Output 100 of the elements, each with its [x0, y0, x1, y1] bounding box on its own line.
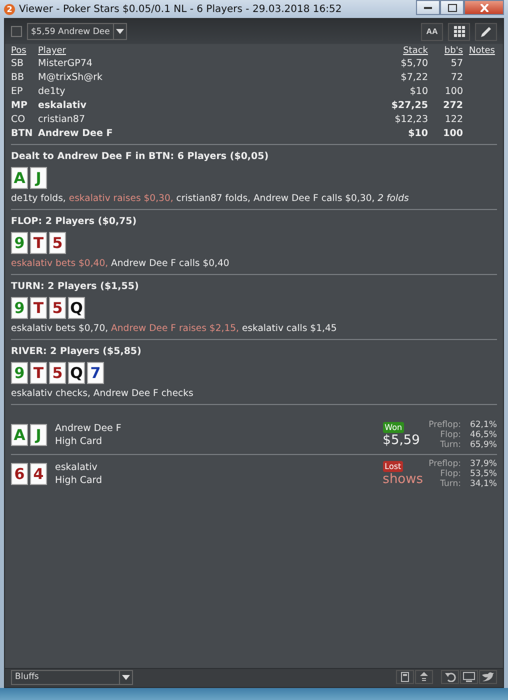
equity-value: 53,5% — [468, 469, 497, 479]
action-text: de1ty folds, eskalativ raises $0,30, cristian87 folds, Andrew Dee F calls $0,30, 2 folds — [11, 193, 410, 204]
equity-value: 46,5% — [468, 430, 497, 440]
table-cell-text: $10 — [407, 127, 429, 140]
playing-card: 9 — [11, 232, 28, 254]
player-name: Andrew Dee F — [55, 423, 122, 434]
action-text: eskalativ checks, Andrew Dee F checks — [11, 388, 194, 399]
table-cell-text: 100 — [442, 127, 464, 140]
table-cell-text: $7,22 — [400, 71, 429, 84]
table-cell-text: 100 — [444, 85, 464, 98]
font-size-button[interactable]: AA — [421, 22, 443, 40]
table-cell-text: $10 — [408, 85, 429, 98]
share-button[interactable] — [479, 670, 497, 684]
table-cell-text: 272 — [442, 99, 464, 112]
result-amount: shows — [382, 472, 424, 487]
result-badge: Lost — [382, 461, 404, 472]
table-cell-text: MisterGP74 — [38, 57, 94, 70]
checkbox[interactable] — [11, 26, 22, 37]
equity-label: Turn: — [439, 440, 461, 450]
playing-card: T — [30, 232, 47, 254]
street-title: TURN: 2 Players ($1,55) — [11, 281, 140, 292]
undo-icon — [444, 672, 456, 682]
equity-value: 34,1% — [468, 479, 497, 489]
playing-card: 9 — [11, 297, 28, 319]
grid-button[interactable] — [448, 22, 470, 40]
undo-button[interactable] — [441, 670, 459, 684]
equity-value: 65,9% — [468, 440, 497, 450]
window-title: Viewer - Poker Stars $0.05/0.1 NL - 6 Players - 29.03.2018 16:52 — [19, 4, 343, 14]
playing-card: A — [11, 424, 28, 446]
table-cell-text: BB — [11, 71, 26, 84]
table-cell-text: M@trixSh@rk — [38, 71, 104, 84]
playing-card: 7 — [87, 362, 104, 384]
table-cell-text: 72 — [450, 71, 464, 84]
column-header[interactable]: bb's — [430, 46, 465, 56]
hand-rank: High Card — [55, 475, 104, 486]
bird-icon — [482, 672, 494, 682]
playing-card: 5 — [49, 297, 66, 319]
playing-card: T — [30, 362, 47, 384]
maximize-button[interactable] — [440, 0, 464, 15]
pencil-icon — [480, 26, 492, 38]
table-cell-text: $27,25 — [390, 99, 429, 112]
playing-card: Q — [68, 297, 85, 319]
table-cell-text: Andrew Dee F — [38, 127, 114, 140]
action-text: eskalativ bets $0,40, Andrew Dee F calls $0,40 — [11, 258, 230, 269]
table-cell-text: $12,23 — [394, 113, 429, 126]
result-amount: $5,59 — [382, 433, 420, 448]
arrow-up-icon — [420, 672, 428, 682]
table-cell-text: de1ty — [38, 85, 66, 98]
action-text: eskalativ bets $0,70, Andrew Dee F raises $2,15, eskalativ calls $1,45 — [11, 323, 338, 334]
column-header[interactable]: Pos — [11, 46, 38, 56]
table-cell-text: 57 — [450, 57, 464, 70]
playing-card: 4 — [30, 463, 47, 485]
street-title: RIVER: 2 Players ($5,85) — [11, 346, 142, 357]
filter-dropdown[interactable]: Bluffs — [11, 670, 133, 684]
table-cell-text: $5,70 — [400, 57, 429, 70]
app-badge: 2 — [4, 4, 15, 14]
playing-card: Q — [68, 362, 85, 384]
street-title: Dealt to Andrew Dee F in BTN: 6 Players ($0,05) — [11, 151, 270, 162]
table-cell-text: EP — [11, 85, 24, 98]
grid-icon — [454, 26, 464, 37]
hand-rank: High Card — [55, 436, 104, 447]
column-header[interactable]: Notes — [465, 46, 497, 56]
maximize-icon — [448, 4, 456, 12]
minimize-button[interactable] — [416, 0, 440, 15]
playing-card: 6 — [11, 463, 28, 485]
playing-card: J — [30, 424, 47, 446]
table-cell-text: eskalativ — [38, 99, 88, 112]
playing-card: 9 — [11, 362, 28, 384]
table-cell-text: SB — [11, 57, 25, 70]
table-cell-text: MP — [11, 99, 28, 112]
playing-card: 5 — [49, 232, 66, 254]
replay-button[interactable] — [460, 670, 478, 684]
table-cell-text: cristian87 — [38, 113, 86, 126]
hand-dropdown[interactable]: $5,59 Andrew Dee — [27, 23, 127, 40]
column-header[interactable]: Player — [38, 46, 370, 56]
table-cell-text: BTN — [11, 127, 34, 140]
playing-card: T — [30, 297, 47, 319]
equity-value: 62,1% — [468, 420, 497, 430]
equity-label: Preflop: — [428, 459, 461, 469]
result-badge: Won — [382, 422, 404, 433]
close-icon — [480, 4, 488, 12]
equity-label: Flop: — [439, 469, 461, 479]
close-button[interactable] — [464, 0, 504, 15]
playing-card: J — [30, 167, 47, 189]
caret-icon — [116, 29, 124, 34]
equity-label: Turn: — [439, 479, 461, 489]
monitor-icon — [463, 672, 475, 682]
minimize-icon — [424, 6, 432, 9]
playing-card: 5 — [49, 362, 66, 384]
table-cell-text: CO — [11, 113, 26, 126]
calculator-icon — [401, 672, 409, 682]
player-name: eskalativ — [55, 462, 98, 473]
edit-button[interactable] — [475, 22, 497, 40]
column-header[interactable]: Stack — [370, 46, 430, 56]
calculator-button[interactable] — [396, 670, 414, 684]
sort-button[interactable] — [415, 670, 433, 684]
equity-value: 37,9% — [468, 459, 497, 469]
street-title: FLOP: 2 Players ($0,75) — [11, 216, 138, 227]
equity-label: Preflop: — [428, 420, 461, 430]
playing-card: A — [11, 167, 28, 189]
